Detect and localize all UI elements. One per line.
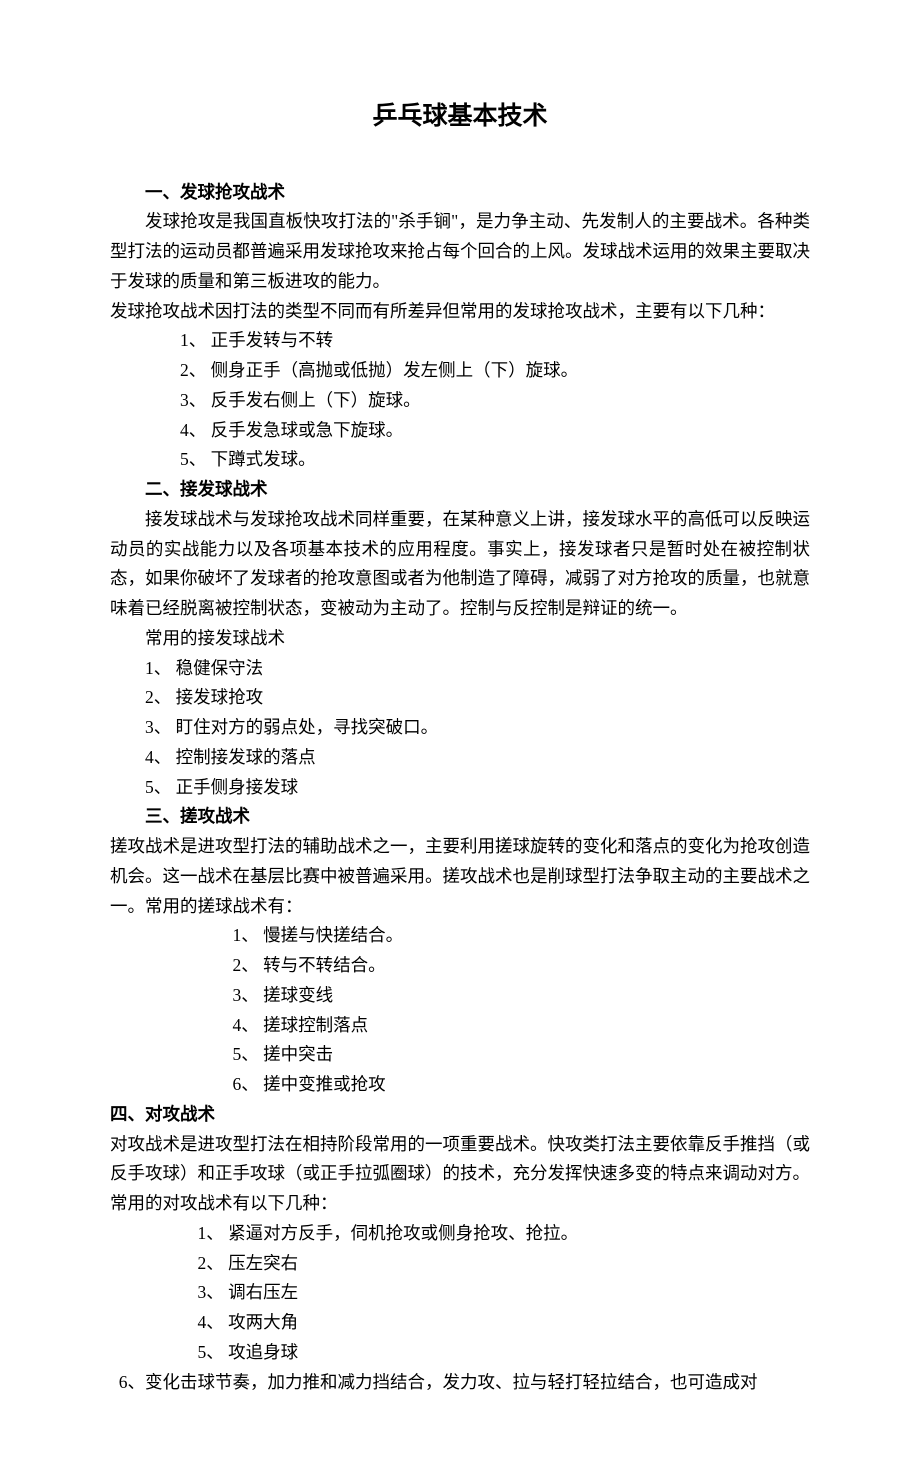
list-item: 1、 正手发转与不转	[180, 326, 810, 356]
list-item: 5、 搓中突击	[233, 1040, 811, 1070]
section-4-paragraph-2: 6、变化击球节奏，加力推和减力挡结合，发力攻、拉与轻打轻拉结合，也可造成对	[110, 1368, 810, 1398]
list-item: 3、 搓球变线	[233, 981, 811, 1011]
section-3-paragraph-1: 搓攻战术是进攻型打法的辅助战术之一，主要利用搓球旋转的变化和落点的变化为抢攻创造…	[110, 832, 810, 921]
list-item: 3、 调右压左	[198, 1278, 811, 1308]
section-2-heading: 二、接发球战术	[110, 475, 810, 505]
section-4-heading: 四、对攻战术	[110, 1100, 810, 1130]
section-1-paragraph-1: 发球抢攻是我国直板快攻打法的"杀手锏"，是力争主动、先发制人的主要战术。各种类型…	[110, 207, 810, 296]
document-page: 乒乓球基本技术 一、发球抢攻战术 发球抢攻是我国直板快攻打法的"杀手锏"，是力争…	[0, 0, 920, 1457]
list-item: 1、 慢搓与快搓结合。	[233, 921, 811, 951]
list-item: 6、 搓中变推或抢攻	[233, 1070, 811, 1100]
list-item: 2、 压左突右	[198, 1249, 811, 1279]
section-4-paragraph-1: 对攻战术是进攻型打法在相持阶段常用的一项重要战术。快攻类打法主要依靠反手推挡（或…	[110, 1130, 810, 1219]
section-2-list: 1、 稳健保守法 2、 接发球抢攻 3、 盯住对方的弱点处，寻找突破口。 4、 …	[110, 654, 810, 803]
text: 发球抢攻是我国直板快攻打法的"杀手锏"，是力争主动、先发制人的主要战术。各种类型…	[110, 211, 810, 291]
section-1-heading: 一、发球抢攻战术	[110, 178, 810, 208]
text: 接发球战术与发球抢攻战术同样重要，在某种意义上讲，接发球水平的高低可以反映运动员…	[110, 509, 810, 618]
list-item: 4、 搓球控制落点	[233, 1011, 811, 1041]
section-2-paragraph-1: 接发球战术与发球抢攻战术同样重要，在某种意义上讲，接发球水平的高低可以反映运动员…	[110, 505, 810, 624]
list-item: 1、 稳健保守法	[110, 654, 810, 684]
list-item: 5、 正手侧身接发球	[110, 773, 810, 803]
list-item: 5、 攻追身球	[198, 1338, 811, 1368]
list-item: 2、 侧身正手（高抛或低抛）发左侧上（下）旋球。	[180, 356, 810, 386]
page-title: 乒乓球基本技术	[110, 95, 810, 138]
list-item: 3、 盯住对方的弱点处，寻找突破口。	[110, 713, 810, 743]
list-item: 5、 下蹲式发球。	[180, 445, 810, 475]
section-3-heading: 三、搓攻战术	[110, 802, 810, 832]
list-item: 2、 接发球抢攻	[110, 683, 810, 713]
section-2-paragraph-2: 常用的接发球战术	[110, 624, 810, 654]
list-item: 3、 反手发右侧上（下）旋球。	[180, 386, 810, 416]
section-3-list: 1、 慢搓与快搓结合。 2、 转与不转结合。 3、 搓球变线 4、 搓球控制落点…	[110, 921, 810, 1100]
list-item: 2、 转与不转结合。	[233, 951, 811, 981]
list-item: 4、 反手发急球或急下旋球。	[180, 416, 810, 446]
section-1-list: 1、 正手发转与不转 2、 侧身正手（高抛或低抛）发左侧上（下）旋球。 3、 反…	[110, 326, 810, 475]
list-item: 4、 攻两大角	[198, 1308, 811, 1338]
section-4-list: 1、 紧逼对方反手，伺机抢攻或侧身抢攻、抢拉。 2、 压左突右 3、 调右压左 …	[110, 1219, 810, 1368]
list-item: 4、 控制接发球的落点	[110, 743, 810, 773]
list-item: 1、 紧逼对方反手，伺机抢攻或侧身抢攻、抢拉。	[198, 1219, 811, 1249]
section-1-paragraph-2: 发球抢攻战术因打法的类型不同而有所差异但常用的发球抢攻战术，主要有以下几种：	[110, 297, 810, 327]
